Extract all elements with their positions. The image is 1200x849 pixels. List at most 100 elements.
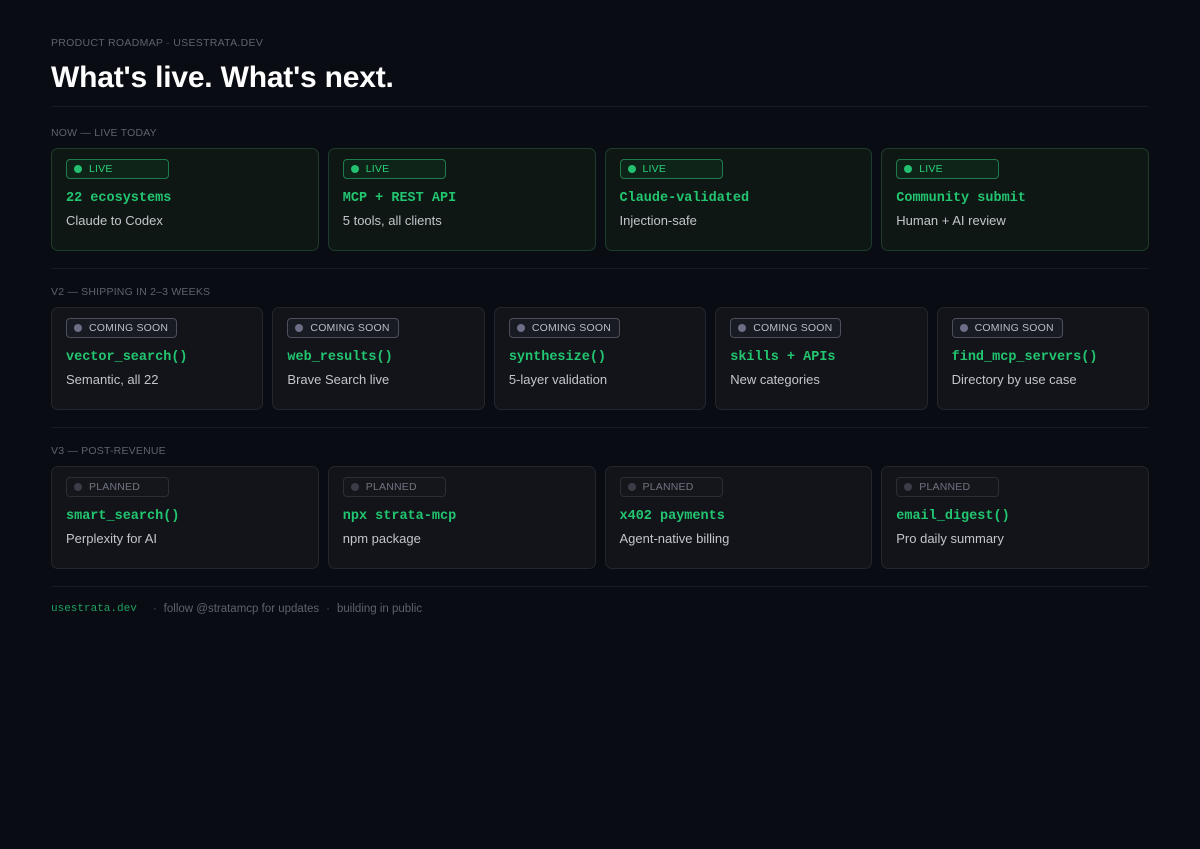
feature-title: 22 ecosystems bbox=[66, 191, 172, 206]
section-now: NOW — LIVE TODAY LIVE 22 ecosystems Clau… bbox=[51, 126, 1149, 251]
status-badge-coming-soon: COMING SOON bbox=[951, 318, 1063, 338]
feature-title: email_digest() bbox=[896, 509, 1010, 524]
feature-subtitle: New categories bbox=[730, 372, 820, 387]
feature-subtitle: Claude to Codex bbox=[66, 213, 163, 228]
cards-v2: COMING SOON vector_search() Semantic, al… bbox=[51, 307, 1150, 410]
feature-subtitle: Directory by use case bbox=[951, 372, 1077, 387]
feature-title: synthesize() bbox=[508, 350, 607, 365]
footer: usestrata.dev · follow @stratamcp for up… bbox=[51, 601, 1149, 617]
title-divider bbox=[51, 106, 1149, 107]
status-dot-icon bbox=[350, 165, 359, 173]
feature-subtitle: Human + AI review bbox=[896, 213, 1006, 228]
status-label: PLANNED bbox=[89, 481, 140, 493]
feature-title: MCP + REST API bbox=[342, 191, 457, 206]
cards-v3: PLANNED smart_search() Perplexity for AI… bbox=[51, 466, 1149, 569]
status-badge-coming-soon: COMING SOON bbox=[730, 318, 842, 338]
roadmap-card-coming-soon: COMING SOON skills + APIs New categories bbox=[715, 307, 928, 410]
feature-title: find_mcp_servers() bbox=[951, 350, 1098, 365]
roadmap-card-live: LIVE 22 ecosystems Claude to Codex bbox=[51, 148, 319, 251]
feature-title: Claude-validated bbox=[619, 191, 750, 206]
feature-subtitle: Injection-safe bbox=[619, 213, 697, 228]
status-dot-icon bbox=[627, 483, 636, 491]
page-eyebrow: PRODUCT ROADMAP · USESTRATA.DEV bbox=[51, 37, 264, 49]
status-badge-coming-soon: COMING SOON bbox=[508, 318, 621, 338]
roadmap-card-planned: PLANNED npx strata-mcp npm package bbox=[327, 466, 596, 569]
status-label: LIVE bbox=[89, 163, 113, 175]
status-label: LIVE bbox=[365, 163, 390, 175]
feature-title: Community submit bbox=[896, 191, 1026, 206]
status-dot-icon bbox=[959, 324, 968, 332]
roadmap-card-planned: PLANNED smart_search() Perplexity for AI bbox=[51, 466, 319, 569]
section-label-now: NOW — LIVE TODAY bbox=[51, 127, 157, 139]
status-label: PLANNED bbox=[919, 481, 971, 493]
feature-title: skills + APIs bbox=[730, 350, 836, 365]
feature-subtitle: Semantic, all 22 bbox=[66, 372, 159, 387]
status-dot-icon bbox=[627, 165, 636, 173]
footer-site-link[interactable]: usestrata.dev bbox=[51, 601, 137, 617]
feature-subtitle: 5-layer validation bbox=[508, 372, 608, 387]
status-badge-live: LIVE bbox=[619, 159, 723, 179]
section-v2: V2 — SHIPPING IN 2–3 WEEKS COMING SOON v… bbox=[51, 285, 1150, 410]
status-badge-live: LIVE bbox=[66, 159, 169, 179]
status-badge-planned: PLANNED bbox=[66, 477, 169, 497]
roadmap-card-planned: PLANNED x402 payments Agent-native billi… bbox=[604, 466, 873, 569]
status-label: LIVE bbox=[642, 163, 667, 175]
status-label: COMING SOON bbox=[974, 322, 1054, 334]
status-label: PLANNED bbox=[642, 481, 694, 493]
status-badge-planned: PLANNED bbox=[342, 477, 446, 497]
section-label-v3: V3 — POST-REVENUE bbox=[51, 445, 166, 457]
cards-now: LIVE 22 ecosystems Claude to Codex LIVE … bbox=[51, 148, 1149, 251]
status-badge-planned: PLANNED bbox=[896, 477, 1000, 497]
footer-follow-text: follow @stratamcp for updates bbox=[163, 603, 320, 615]
status-dot-icon bbox=[738, 324, 747, 332]
feature-subtitle: Brave Search live bbox=[287, 372, 390, 387]
roadmap-card-coming-soon: COMING SOON find_mcp_servers() Directory… bbox=[936, 307, 1150, 410]
status-dot-icon bbox=[904, 165, 913, 173]
feature-title: vector_search() bbox=[66, 350, 188, 365]
section-v3: V3 — POST-REVENUE PLANNED smart_search()… bbox=[51, 444, 1149, 569]
roadmap-card-live: LIVE MCP + REST API 5 tools, all clients bbox=[327, 148, 596, 251]
footer-note: building in public bbox=[337, 603, 423, 615]
feature-title: web_results() bbox=[287, 350, 393, 365]
status-dot-icon bbox=[904, 483, 913, 491]
section-divider bbox=[51, 268, 1149, 269]
section-divider bbox=[51, 427, 1149, 428]
status-label: PLANNED bbox=[365, 481, 417, 493]
status-dot-icon bbox=[74, 165, 82, 173]
status-badge-coming-soon: COMING SOON bbox=[287, 318, 399, 338]
status-dot-icon bbox=[74, 483, 82, 491]
feature-subtitle: npm package bbox=[342, 531, 421, 546]
feature-subtitle: Agent-native billing bbox=[619, 531, 730, 546]
roadmap-page: PRODUCT ROADMAP · USESTRATA.DEV What's l… bbox=[51, 36, 1150, 617]
status-badge-coming-soon: COMING SOON bbox=[66, 318, 178, 338]
status-label: COMING SOON bbox=[89, 322, 169, 334]
roadmap-card-live: LIVE Community submit Human + AI review bbox=[881, 148, 1149, 251]
footer-separator: · bbox=[152, 603, 157, 615]
status-badge-live: LIVE bbox=[896, 159, 1000, 179]
page-title: What's live. What's next. bbox=[51, 61, 394, 94]
status-dot-icon bbox=[516, 324, 525, 332]
feature-title: npx strata-mcp bbox=[342, 509, 457, 524]
status-label: COMING SOON bbox=[531, 322, 612, 334]
status-badge-live: LIVE bbox=[342, 159, 446, 179]
section-label-v2: V2 — SHIPPING IN 2–3 WEEKS bbox=[51, 286, 211, 298]
roadmap-card-coming-soon: COMING SOON synthesize() 5-layer validat… bbox=[493, 307, 707, 410]
feature-title: x402 payments bbox=[619, 509, 725, 524]
roadmap-card-coming-soon: COMING SOON web_results() Brave Search l… bbox=[272, 307, 485, 410]
footer-divider bbox=[51, 586, 1149, 587]
feature-subtitle: Pro daily summary bbox=[896, 531, 1004, 546]
status-dot-icon bbox=[74, 324, 82, 332]
roadmap-card-planned: PLANNED email_digest() Pro daily summary bbox=[881, 466, 1149, 569]
feature-subtitle: Perplexity for AI bbox=[66, 531, 158, 546]
feature-subtitle: 5 tools, all clients bbox=[342, 213, 442, 228]
status-badge-planned: PLANNED bbox=[619, 477, 723, 497]
status-label: LIVE bbox=[919, 163, 943, 175]
footer-separator: · bbox=[326, 603, 331, 615]
roadmap-card-live: LIVE Claude-validated Injection-safe bbox=[604, 148, 873, 251]
status-dot-icon bbox=[350, 483, 359, 491]
feature-title: smart_search() bbox=[66, 509, 180, 524]
status-label: COMING SOON bbox=[753, 322, 833, 334]
status-label: COMING SOON bbox=[310, 322, 390, 334]
status-dot-icon bbox=[295, 324, 304, 332]
roadmap-card-coming-soon: COMING SOON vector_search() Semantic, al… bbox=[51, 307, 264, 410]
